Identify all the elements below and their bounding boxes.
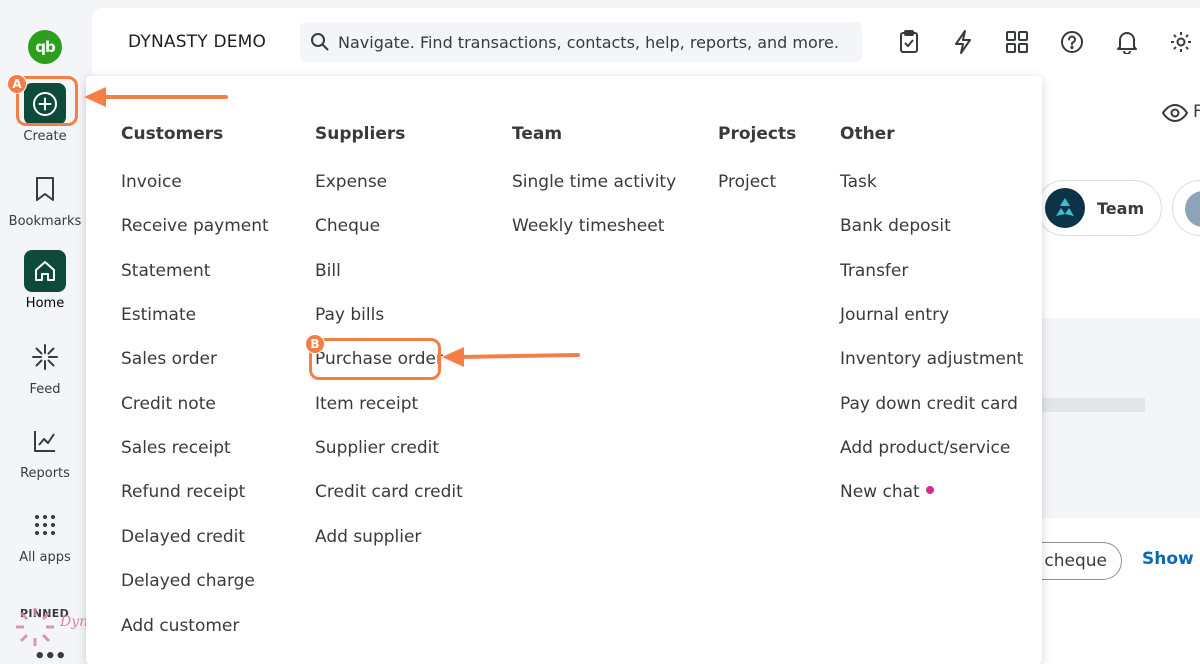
privacy-label-fragment: F [1193,102,1200,122]
nav-feed-label: Feed [29,382,61,397]
arrow-to-create [84,87,228,107]
cheque-button-label: cheque [1044,551,1107,571]
menu-item-supplier-credit[interactable]: Supplier credit [315,438,439,458]
nav-bookmarks[interactable]: Bookmarks [0,168,90,229]
menu-item-single-time-activity[interactable]: Single time activity [512,172,676,192]
help-icon[interactable] [1060,30,1084,54]
menu-column-team: Team Single time activity Weekly timeshe… [512,124,676,236]
menu-heading-team: Team [512,124,563,144]
step-badge-a: A [7,74,27,94]
menu-item-credit-note[interactable]: Credit note [121,394,216,414]
menu-item-refund-receipt[interactable]: Refund receipt [121,482,245,502]
menu-item-delayed-credit[interactable]: Delayed credit [121,527,245,547]
menu-item-transfer[interactable]: Transfer [840,261,908,281]
menu-item-sales-receipt[interactable]: Sales receipt [121,438,231,458]
menu-item-new-chat-label: New chat [840,482,920,502]
menu-item-add-product-service[interactable]: Add product/service [840,438,1010,458]
menu-item-add-customer[interactable]: Add customer [121,616,239,636]
nav-feed[interactable]: Feed [0,336,90,397]
feed-icon [24,336,66,378]
dynasty-logo-watermark [16,608,54,646]
progress-placeholder [1040,398,1145,412]
home-icon [24,250,66,292]
menu-item-estimate[interactable]: Estimate [121,305,196,325]
menu-heading-projects: Projects [718,124,797,144]
menu-column-projects: Projects Project [718,124,797,192]
team-icon [1045,188,1085,228]
menu-column-customers: Customers Invoice Receive payment Statem… [121,124,269,636]
step-badge-b: B [305,334,325,354]
menu-item-project[interactable]: Project [718,172,776,192]
nav-home[interactable]: Home [0,250,90,311]
menu-item-expense[interactable]: Expense [315,172,387,192]
nav-all-apps-label: All apps [19,550,71,565]
quickbooks-logo[interactable]: qb [28,30,62,64]
menu-item-sales-order[interactable]: Sales order [121,349,217,369]
menu-item-delayed-charge[interactable]: Delayed charge [121,571,255,591]
nav-create-label: Create [23,129,67,144]
menu-item-add-supplier[interactable]: Add supplier [315,527,421,547]
team-shortcut[interactable]: Team [1036,180,1162,236]
highlight-box-purchase-order [309,338,441,380]
menu-item-receive-payment[interactable]: Receive payment [121,216,269,236]
bookmark-icon [24,168,66,210]
menu-heading-customers: Customers [121,124,224,144]
clipboard-icon[interactable] [897,30,921,54]
shortcut-avatar [1185,191,1200,227]
menu-item-journal-entry[interactable]: Journal entry [840,305,949,325]
arrow-to-purchase-order [442,347,580,367]
menu-column-suppliers: Suppliers Expense Cheque Bill Pay bills … [315,124,463,547]
menu-item-invoice[interactable]: Invoice [121,172,182,192]
menu-item-pay-down-credit-card[interactable]: Pay down credit card [840,394,1018,414]
eye-icon[interactable] [1162,102,1188,124]
widget-background [1040,318,1200,518]
menu-item-item-receipt[interactable]: Item receipt [315,394,418,414]
nav-all-apps[interactable]: All apps [0,504,90,565]
menu-item-weekly-timesheet[interactable]: Weekly timesheet [512,216,664,236]
lightning-icon[interactable] [951,30,975,54]
gear-icon[interactable] [1169,30,1193,54]
create-menu: Customers Invoice Receive payment Statem… [86,76,1042,664]
menu-item-bill[interactable]: Bill [315,261,341,281]
menu-item-statement[interactable]: Statement [121,261,210,281]
chart-icon [24,420,66,462]
top-header: DYNASTY DEMO [92,8,1200,76]
menu-item-cheque[interactable]: Cheque [315,216,380,236]
menu-heading-other: Other [840,124,895,144]
menu-item-credit-card-credit[interactable]: Credit card credit [315,482,463,502]
nav-reports-label: Reports [20,466,70,481]
search-icon [311,33,329,51]
menu-heading-suppliers: Suppliers [315,124,406,144]
nav-reports[interactable]: Reports [0,420,90,481]
menu-item-task[interactable]: Task [840,172,877,192]
search-bar[interactable] [300,22,862,62]
menu-item-inventory-adjustment[interactable]: Inventory adjustment [840,349,1023,369]
menu-item-new-chat[interactable]: New chat [840,482,934,502]
bell-icon[interactable] [1115,30,1139,54]
new-indicator-dot [925,486,934,494]
search-input[interactable] [338,32,858,52]
nav-home-label: Home [25,296,65,311]
team-shortcut-label: Team [1097,198,1145,218]
show-all-link[interactable]: Show a [1142,549,1200,569]
apps-icon[interactable] [1005,30,1029,54]
nav-bookmarks-label: Bookmarks [8,214,82,229]
menu-item-pay-bills[interactable]: Pay bills [315,305,384,325]
company-name: DYNASTY DEMO [128,32,267,52]
menu-column-other: Other Task Bank deposit Transfer Journal… [840,124,1023,502]
menu-item-bank-deposit[interactable]: Bank deposit [840,216,951,236]
grid-icon [24,504,66,546]
